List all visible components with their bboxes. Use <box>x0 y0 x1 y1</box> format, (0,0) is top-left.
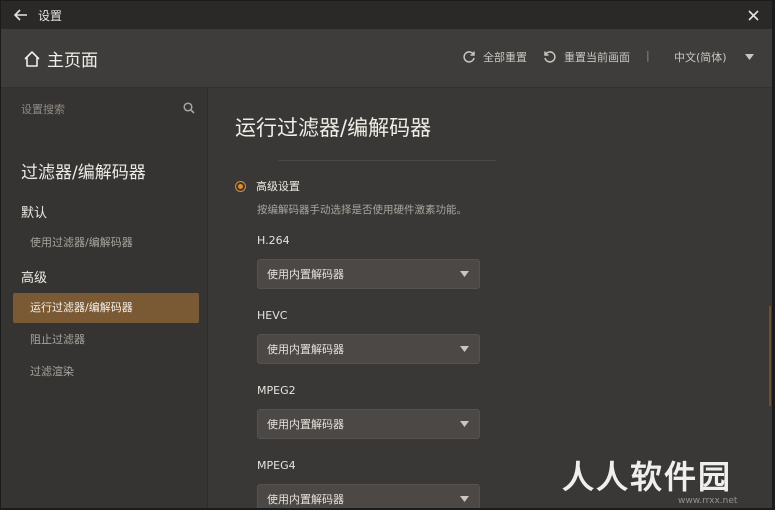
sidebar-item-use-filters[interactable]: 使用过滤器/编解码器 <box>13 228 189 258</box>
caret-down-icon <box>744 54 754 60</box>
decoder-select-h264[interactable]: 使用内置解码器 <box>257 259 480 289</box>
main-panel: 运行过滤器/编解码器 高级设置 按编解码器手动选择是否使用硬件激素功能。 H.2… <box>208 88 772 508</box>
sidebar-item-block-filters[interactable]: 阻止过滤器 <box>13 325 189 355</box>
sidebar-item-run-filters[interactable]: 运行过滤器/编解码器 <box>13 293 199 323</box>
codec-label-mpeg2: MPEG2 <box>257 384 296 397</box>
decoder-select-value: 使用内置解码器 <box>267 343 344 356</box>
search-input[interactable] <box>21 102 171 116</box>
advanced-settings-description: 按编解码器手动选择是否使用硬件激素功能。 <box>257 204 467 216</box>
toolbar-separator: | <box>646 49 650 62</box>
sidebar: 过滤器/编解码器 默认 使用过滤器/编解码器 高级 运行过滤器/编解码器 阻止过… <box>1 88 208 508</box>
sidebar-group-advanced: 高级 <box>21 271 48 286</box>
watermark-url: www.rrxx.net <box>678 496 738 506</box>
reset-page-button[interactable]: 重置当前画面 <box>543 49 630 65</box>
caret-down-icon <box>460 346 469 352</box>
rotate-icon <box>544 51 556 63</box>
caret-down-icon <box>460 496 469 502</box>
search-icon[interactable] <box>183 102 195 114</box>
settings-search <box>21 100 197 118</box>
arrow-left-icon <box>14 9 27 21</box>
language-label: 中文(简体) <box>674 51 727 64</box>
settings-window: 设置 主页面 全部重置 重置当前画面 | 中文(简体) 过滤器/编解码器 <box>1 1 772 508</box>
title-bar: 设置 <box>1 1 772 29</box>
window-title: 设置 <box>38 8 63 23</box>
sidebar-item-filter-render[interactable]: 过滤渲染 <box>13 357 189 387</box>
reset-page-label: 重置当前画面 <box>564 51 630 64</box>
sidebar-group-default: 默认 <box>21 206 48 221</box>
title-divider <box>278 160 496 161</box>
close-icon <box>747 9 759 21</box>
decoder-select-mpeg4[interactable]: 使用内置解码器 <box>257 484 480 508</box>
home-icon <box>24 50 40 67</box>
decoder-select-hevc[interactable]: 使用内置解码器 <box>257 334 480 364</box>
watermark-logo: 人人软件园 <box>562 458 733 496</box>
scrollbar-thumb[interactable] <box>769 306 771 406</box>
advanced-settings-label: 高级设置 <box>256 180 300 193</box>
caret-down-icon <box>460 421 469 427</box>
caret-down-icon <box>460 271 469 277</box>
back-button[interactable] <box>11 5 31 25</box>
sidebar-heading: 过滤器/编解码器 <box>21 163 146 183</box>
language-select[interactable]: 中文(简体) <box>674 49 754 65</box>
advanced-settings-radio[interactable]: 高级设置 <box>235 178 300 194</box>
page-title: 运行过滤器/编解码器 <box>235 116 432 140</box>
close-button[interactable] <box>744 6 762 24</box>
decoder-select-value: 使用内置解码器 <box>267 493 344 506</box>
decoder-select-mpeg2[interactable]: 使用内置解码器 <box>257 409 480 439</box>
top-bar: 主页面 全部重置 重置当前画面 | 中文(简体) <box>1 29 772 88</box>
codec-label-hevc: HEVC <box>257 309 288 322</box>
codec-label-h264: H.264 <box>257 234 290 247</box>
refresh-icon <box>463 51 475 63</box>
decoder-select-value: 使用内置解码器 <box>267 418 344 431</box>
home-button[interactable]: 主页面 <box>23 46 98 71</box>
reset-all-label: 全部重置 <box>483 51 527 64</box>
reset-all-button[interactable]: 全部重置 <box>462 49 527 65</box>
codec-label-mpeg4: MPEG4 <box>257 459 296 472</box>
home-label: 主页面 <box>47 51 98 71</box>
decoder-select-value: 使用内置解码器 <box>267 268 344 281</box>
radio-selected-icon <box>235 180 246 192</box>
